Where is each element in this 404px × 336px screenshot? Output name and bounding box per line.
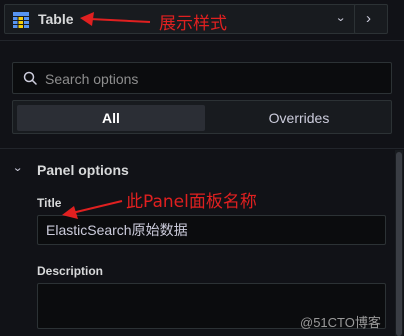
annotation-style-note: 展示样式 (159, 14, 227, 34)
arrow-to-title-field (62, 200, 123, 219)
watermark: @51CTO博客 (300, 315, 381, 330)
annotation-arrows (62, 12, 151, 219)
arrow-to-visualization (80, 12, 151, 26)
annotation-panel-name-note: 此Panel面板名称 (126, 192, 257, 212)
